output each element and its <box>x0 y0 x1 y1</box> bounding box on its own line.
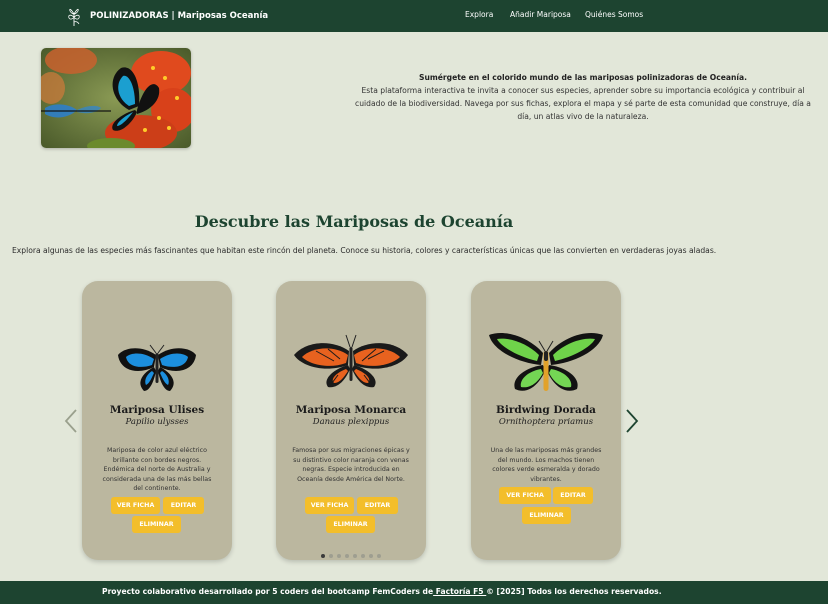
card-scientific-name: Ornithoptera priamus <box>498 417 594 427</box>
butterfly-card: Mariposa Ulises Papilio ulysses Mariposa… <box>82 281 232 560</box>
top-navbar: POLINIZADORAS | Mariposas Oceanía Explor… <box>0 0 828 32</box>
carousel-dot[interactable] <box>329 554 333 558</box>
card-description: Famosa por sus migraciones épicas y su d… <box>292 447 410 483</box>
edit-button[interactable]: EDITAR <box>553 487 593 504</box>
intro-body: Esta plataforma interactiva te invita a … <box>355 86 811 121</box>
carousel-dot[interactable] <box>321 554 325 558</box>
card-title: Mariposa Monarca <box>295 404 407 416</box>
card-scientific-name: Papilio ulysses <box>125 417 189 427</box>
carousel-pagination <box>321 554 385 559</box>
carousel-dot[interactable] <box>377 554 381 558</box>
card-description: Mariposa de color azul eléctrico brillan… <box>102 447 212 493</box>
nav-link-anadir-mariposa[interactable]: Añadir Mariposa <box>510 10 571 19</box>
delete-button[interactable]: ELIMINAR <box>326 516 375 533</box>
intro-heading: Sumérgete en el colorido mundo de las ma… <box>418 73 748 82</box>
carousel-dot[interactable] <box>337 554 341 558</box>
green-birdwing-butterfly-icon <box>489 333 603 391</box>
blue-butterfly-on-red-flowers-photo <box>41 48 191 148</box>
card-scientific-name: Danaus plexippus <box>312 417 390 427</box>
footer-copyright: © [2025] Todos los derechos reservados. <box>486 587 662 596</box>
carousel-dot[interactable] <box>369 554 373 558</box>
gallery-title: Descubre las Mariposas de Oceanía <box>194 212 514 231</box>
carousel-dot[interactable] <box>353 554 357 558</box>
orange-monarch-butterfly-icon <box>294 334 408 388</box>
footer-text: Proyecto colaborativo desarrollado por 5… <box>102 587 662 596</box>
nav-link-quienes-somos[interactable]: Quiénes Somos <box>585 10 643 19</box>
nav-link-explora[interactable]: Explora <box>465 10 493 19</box>
chevron-right-icon[interactable] <box>624 408 640 434</box>
butterfly-card: Birdwing Dorada Ornithoptera priamus Una… <box>471 281 621 560</box>
butterfly-card: Mariposa Monarca Danaus plexippus Famosa… <box>276 281 426 560</box>
chevron-left-icon[interactable] <box>63 408 79 434</box>
carousel-dot[interactable] <box>361 554 365 558</box>
view-sheet-button[interactable]: VER FICHA <box>499 487 551 504</box>
footer: Proyecto colaborativo desarrollado por 5… <box>0 581 828 604</box>
delete-button[interactable]: ELIMINAR <box>522 507 571 524</box>
view-sheet-button[interactable]: VER FICHA <box>305 497 354 514</box>
card-title: Birdwing Dorada <box>496 404 596 416</box>
intro-text: Sumérgete en el colorido mundo de las ma… <box>350 71 816 123</box>
edit-button[interactable]: EDITAR <box>163 497 204 514</box>
footer-text-before: Proyecto colaborativo desarrollado por 5… <box>102 587 434 596</box>
delete-button[interactable]: ELIMINAR <box>132 516 181 533</box>
factoria-f5-link[interactable]: Factoría F5 <box>433 587 486 596</box>
card-title: Mariposa Ulises <box>109 404 205 416</box>
hero-image <box>41 48 191 148</box>
carousel-dot[interactable] <box>345 554 349 558</box>
view-sheet-button[interactable]: VER FICHA <box>111 497 160 514</box>
gallery-description: Explora algunas de las especies más fasc… <box>12 246 717 255</box>
blue-black-butterfly-icon <box>118 344 196 391</box>
nav-links: Explora Añadir Mariposa Quiénes Somos <box>0 0 828 32</box>
edit-button[interactable]: EDITAR <box>357 497 398 514</box>
card-description: Una de las mariposas más grandes del mun… <box>490 447 602 483</box>
